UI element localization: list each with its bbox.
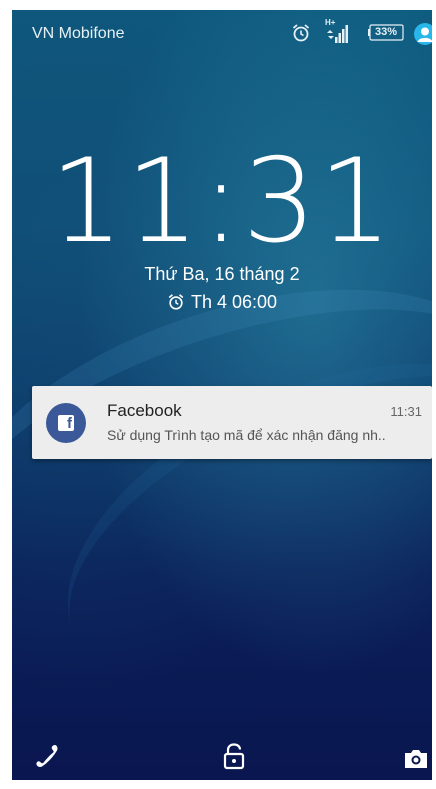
next-alarm-label: Th 4 06:00 — [190, 292, 278, 312]
notification-text: Sử dụng Trình tạo mã để xác nhận đăng nh… — [107, 427, 386, 443]
facebook-icon: f — [46, 403, 86, 443]
next-alarm: Th 4 06:00 — [12, 292, 432, 313]
status-bar: VN Mobifone H+ 33% — [12, 10, 432, 56]
facebook-notification[interactable]: f Facebook 11:31 Sử dụng Trình tạo mã để… — [32, 386, 432, 459]
alarm-icon — [292, 24, 310, 42]
unlock-icon[interactable] — [220, 742, 248, 770]
carrier-name: VN Mobifone — [32, 25, 125, 42]
alarm-clock-icon — [168, 294, 184, 310]
notification-time: 11:31 — [390, 404, 422, 419]
account-icon[interactable] — [414, 23, 432, 45]
camera-icon[interactable] — [402, 745, 430, 773]
notification-app-name: Facebook — [107, 401, 182, 420]
battery-level: 33% — [374, 26, 398, 38]
lock-date: Thứ Ba, 16 tháng 2 — [144, 264, 300, 284]
phone-icon[interactable] — [34, 742, 62, 770]
signal-icon — [327, 25, 348, 43]
lock-screen: VN Mobifone H+ 33% 11:31 Thứ Ba, 16 thán… — [12, 10, 432, 780]
lock-clock: 11:31 — [49, 134, 395, 269]
